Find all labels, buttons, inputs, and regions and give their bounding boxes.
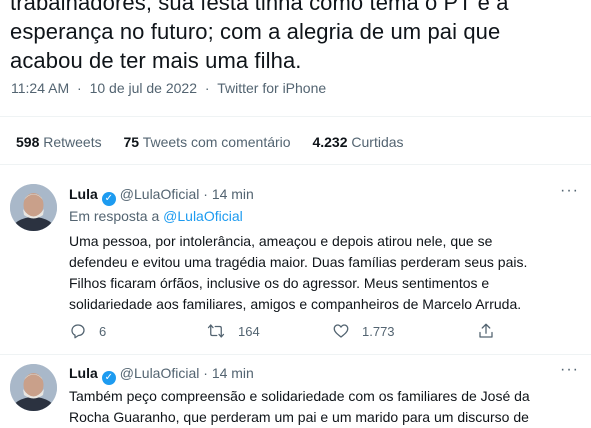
reply-to-handle[interactable]: @LulaOficial [163, 208, 243, 224]
like-count: 1.773 [362, 323, 395, 339]
more-icon[interactable]: ··· [560, 182, 579, 200]
retweet-icon [207, 324, 225, 338]
verified-badge-icon: ✓ [101, 192, 116, 206]
tweet-text-line: esperança no futuro; com a alegria de um… [10, 19, 501, 44]
tweet-time[interactable]: 11:24 AM [11, 80, 69, 96]
reply-body-line: Filhos ficaram órfãos, inclusive os do a… [69, 275, 490, 291]
reply-body-line: Uma pessoa, por intolerância, ameaçou e … [69, 233, 493, 249]
quotes-count: 75 [123, 134, 140, 150]
reply-header: Lula ✓ @LulaOficial · 14 min [69, 186, 254, 206]
reply-body-line: solidariedade aos familiares, amigos e c… [69, 296, 522, 312]
retweet-count: 164 [238, 323, 260, 339]
share-icon [479, 323, 493, 338]
tweet-date[interactable]: 10 de jul de 2022 [90, 80, 197, 96]
reply-tweet[interactable]: Lula ✓ @LulaOficial · 14 min ··· Também pe… [0, 354, 591, 425]
avatar[interactable] [10, 364, 57, 411]
meta-separator: · [204, 80, 210, 96]
retweet-action[interactable]: 164 [206, 322, 260, 340]
meta-separator: · [203, 365, 208, 381]
likes-label: Curtidas [351, 134, 404, 150]
reply-icon [71, 324, 85, 339]
reply-to: Em resposta a @LulaOficial [69, 208, 243, 224]
retweets-stat[interactable]: 598 Retweets [16, 134, 106, 150]
likes-stat[interactable]: 4.232 Curtidas [312, 134, 403, 150]
reply-body: Também peço compreensão e solidariedade … [69, 386, 584, 428]
share-action[interactable] [477, 322, 507, 340]
author-name[interactable]: Lula [69, 186, 98, 202]
tweet-meta: 11:24 AM · 10 de jul de 2022 · Twitter f… [11, 80, 330, 96]
tweet-text-line: acabou de ter mais uma filha. [10, 48, 302, 73]
reply-body-line: defendeu e evitou uma tragédia maior. Du… [69, 254, 528, 270]
reply-action[interactable]: 6 [69, 322, 106, 340]
reply-body-line: Também peço compreensão e solidariedade … [69, 388, 530, 404]
reply-tweet[interactable]: Lula ✓ @LulaOficial · 14 min ··· Em respos… [0, 164, 591, 354]
reply-body-line: Rocha Guaranho, que perderam um pai e um… [69, 409, 529, 425]
retweets-count: 598 [16, 134, 40, 150]
tweet-stats: 598 Retweets 75 Tweets com comentário 4.… [16, 134, 422, 150]
meta-separator: · [77, 80, 82, 96]
like-icon [333, 324, 349, 338]
more-icon[interactable]: ··· [560, 361, 579, 379]
reply-body: Uma pessoa, por intolerância, ameaçou e … [69, 231, 584, 315]
reply-header: Lula ✓ @LulaOficial · 14 min [69, 365, 254, 385]
quotes-stat[interactable]: 75 Tweets com comentário [124, 134, 295, 150]
author-handle[interactable]: @LulaOficial [120, 186, 200, 202]
quotes-label: Tweets com comentário [142, 134, 291, 150]
divider [0, 116, 591, 117]
meta-separator: · [203, 186, 208, 202]
tweet-text-line: trabalhadores, sua festa tinha como tema… [10, 0, 509, 15]
like-action[interactable]: 1.773 [332, 322, 395, 340]
likes-count: 4.232 [312, 134, 348, 150]
retweets-label: Retweets [43, 134, 102, 150]
author-name[interactable]: Lula [69, 365, 98, 381]
tweet-text: trabalhadores, sua festa tinha como tema… [10, 0, 585, 75]
author-handle[interactable]: @LulaOficial [120, 365, 200, 381]
verified-badge-icon: ✓ [101, 371, 116, 385]
reply-time[interactable]: 14 min [212, 365, 254, 381]
avatar[interactable] [10, 184, 57, 231]
reply-to-label: Em resposta a [69, 208, 160, 224]
reply-count: 6 [99, 323, 107, 339]
reply-time[interactable]: 14 min [212, 186, 254, 202]
tweet-source[interactable]: Twitter for iPhone [217, 80, 326, 96]
